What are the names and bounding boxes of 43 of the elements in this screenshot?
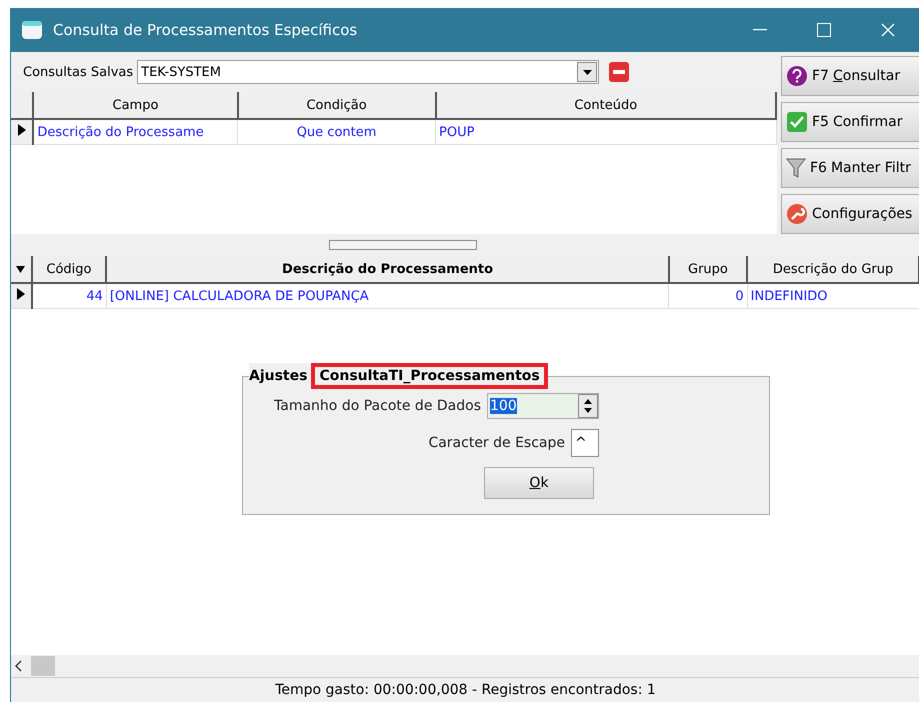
table-cell: INDEFINIDO <box>747 283 919 308</box>
highlighted-name: ConsultaTI_Processamentos <box>311 363 548 389</box>
status-text: Tempo gasto: 00:00:00,008 - Registros encontrados: 1 <box>275 682 656 698</box>
funnel-icon <box>786 157 806 179</box>
column-header[interactable]: Grupo <box>668 256 748 283</box>
saved-queries-label: Consultas Salvas <box>23 64 134 80</box>
column-header[interactable]: Conteúdo <box>436 92 776 119</box>
column-header[interactable]: Campo <box>33 92 238 119</box>
minimize-icon[interactable] <box>753 29 767 31</box>
table-cell: [ONLINE] CALCULADORA DE POUPANÇA <box>106 283 669 308</box>
maximize-icon[interactable] <box>817 23 831 37</box>
scrollbar-thumb[interactable] <box>31 656 55 676</box>
remove-button[interactable] <box>607 60 632 84</box>
table-cell: Que contem <box>238 119 436 144</box>
action-button[interactable]: Configurações <box>781 194 919 234</box>
column-header[interactable]: Código <box>32 256 106 283</box>
table-cell: Descrição do Processame <box>33 119 238 144</box>
action-button[interactable]: F7 Consultar <box>781 56 919 96</box>
table-cell: 0 <box>668 283 748 308</box>
window-icon <box>21 20 43 40</box>
column-header[interactable]: Descrição do Processamento <box>106 256 669 283</box>
spinner-icon[interactable] <box>578 394 598 418</box>
close-icon[interactable] <box>881 23 895 37</box>
field-label: Tamanho do Pacote de Dados <box>274 398 481 414</box>
packet-size-field[interactable]: 100 <box>487 393 599 419</box>
action-button[interactable]: F6 Manter Filtr <box>781 148 919 188</box>
ok-button[interactable]: Ok <box>484 467 594 499</box>
field-label: Caracter de Escape <box>428 435 565 451</box>
window-title: Consulta de Processamentos Específicos <box>53 21 358 39</box>
question-icon <box>786 65 808 87</box>
table-cell: POUP <box>436 119 776 144</box>
saved-queries-dropdown[interactable]: TEK-SYSTEM <box>137 60 600 84</box>
wrench-icon <box>786 203 808 225</box>
column-header[interactable]: Condição <box>238 92 436 119</box>
caret-icon <box>16 264 26 272</box>
action-button[interactable]: F5 Confirmar <box>781 102 919 142</box>
checkmark-icon <box>786 111 808 133</box>
group-caption: Ajustes <box>249 368 308 384</box>
column-header[interactable]: Descrição do Grup <box>747 256 919 283</box>
escape-char-field[interactable]: ^ <box>571 429 599 457</box>
splitter-handle[interactable] <box>328 240 476 250</box>
table-cell: 44 <box>32 283 106 308</box>
caret-icon <box>582 70 592 74</box>
